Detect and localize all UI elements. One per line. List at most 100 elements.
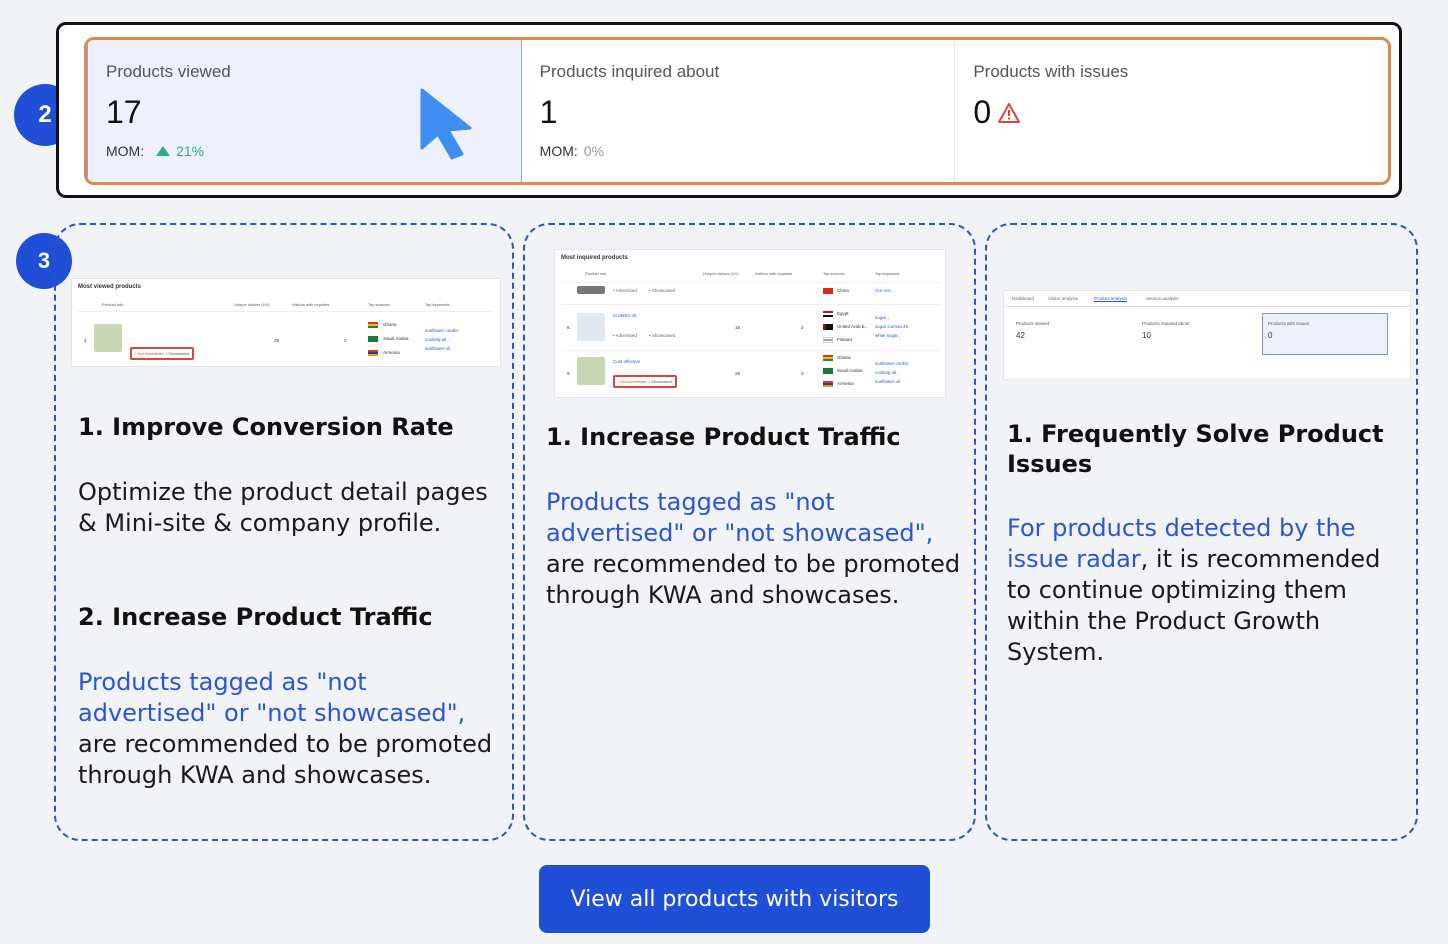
metric-label: Products viewed bbox=[106, 62, 231, 81]
metric-label: Products inquired about bbox=[539, 62, 720, 81]
body-text: are recommended to be promoted through K… bbox=[78, 730, 493, 789]
view-all-products-button[interactable]: View all products with visitors bbox=[539, 865, 930, 933]
metrics-panel: Products viewed 17 MOM: 21% Products inq… bbox=[84, 37, 1391, 185]
tag: • Showcased bbox=[649, 288, 676, 293]
mini-metric-label: Products viewed bbox=[1016, 321, 1050, 326]
tab: Service analysis bbox=[1146, 296, 1179, 301]
mini-metric-value: 10 bbox=[1142, 331, 1151, 340]
highlight-text: Products tagged as "not advertised" or "… bbox=[78, 668, 466, 727]
product-name: ICUMSA 45 bbox=[613, 313, 637, 318]
keyword: sugar icumsa 45 , bbox=[875, 324, 911, 329]
source: Armenia bbox=[837, 381, 854, 386]
tag-not-advertised: • Not Advertised bbox=[135, 351, 164, 356]
tag: • Advertised bbox=[613, 333, 637, 338]
finland-flag-icon bbox=[823, 337, 833, 343]
screenshot-title: Most viewed products bbox=[78, 284, 142, 290]
metric-mom: MOM: 0% bbox=[540, 143, 955, 159]
keyword: cooking oil , bbox=[875, 370, 899, 375]
metric-label: Products with issues bbox=[973, 62, 1129, 81]
col-header: Visitors with inquiries bbox=[292, 302, 330, 307]
armenia-flag-icon bbox=[368, 350, 378, 356]
ghana-flag-icon bbox=[823, 355, 833, 361]
tag-showcased: • Showcased bbox=[648, 379, 672, 384]
most-viewed-products-screenshot: Most viewed products Product info Unique… bbox=[72, 279, 500, 366]
card-heading: 1. Frequently Solve Product Issues bbox=[1007, 420, 1384, 478]
col-header: Top sources bbox=[368, 302, 390, 307]
col-header: Product info bbox=[102, 302, 124, 307]
cursor-pointer-icon bbox=[420, 88, 472, 160]
card-paragraph: Products tagged as "not advertised" or "… bbox=[546, 487, 966, 611]
recommendation-card-inquired: Most inquired products Product info Uniq… bbox=[523, 223, 976, 841]
card-paragraph: Products tagged as "not advertised" or "… bbox=[78, 667, 506, 791]
table-row: • Advertised • Showcased China rice rice… bbox=[561, 282, 939, 304]
product-thumbnail bbox=[577, 286, 605, 294]
uv-value: 29 bbox=[735, 371, 741, 376]
uv-value: 29 bbox=[274, 338, 280, 343]
table-row: 4. 29 2 Ghana Saudi Arabia Armenia sunfl… bbox=[78, 311, 494, 360]
uae-flag-icon bbox=[823, 324, 833, 330]
inquiry-value: 2 bbox=[344, 338, 347, 343]
keyword: sunflower oil bbox=[875, 379, 901, 384]
mini-metric-label: Products with issues bbox=[1268, 321, 1310, 326]
keyword: sugar , bbox=[875, 315, 889, 320]
metric-products-viewed[interactable]: Products viewed 17 MOM: 21% bbox=[87, 40, 522, 182]
tag: • Advertised bbox=[613, 288, 637, 293]
mini-metric-value: 0 bbox=[1268, 331, 1273, 340]
keyword: sunflower oil , bbox=[425, 346, 453, 351]
source: Ghana bbox=[383, 322, 397, 327]
uv-value: 15 bbox=[735, 325, 741, 330]
body-text: are recommended to be promoted through K… bbox=[546, 550, 961, 609]
product-name: Cost effective bbox=[613, 359, 641, 364]
product-analysis-screenshot: Dashboard Visitor analysis Product analy… bbox=[1004, 291, 1410, 379]
egypt-flag-icon bbox=[823, 311, 833, 317]
col-header: Product info bbox=[585, 271, 607, 276]
card-paragraph: For products detected by the issue radar… bbox=[1007, 513, 1412, 668]
inquiry-value: 2 bbox=[801, 371, 804, 376]
trend-up-icon bbox=[156, 146, 171, 156]
card-heading: 1. Increase Product Traffic bbox=[546, 423, 901, 451]
metric-products-with-issues[interactable]: Products with issues 0 bbox=[955, 40, 1388, 182]
tab: Visitor analysis bbox=[1048, 296, 1078, 301]
warning-icon bbox=[998, 102, 1021, 123]
status-tags-highlight: • Not Advertised • Showcased bbox=[130, 347, 194, 360]
row-index: 4. bbox=[84, 338, 88, 343]
row-index: 9. bbox=[567, 371, 571, 376]
col-header: Top keywords bbox=[425, 302, 450, 307]
card-heading: 1. Improve Conversion Rate bbox=[78, 413, 454, 441]
tab: Dashboard bbox=[1012, 296, 1035, 301]
source: Ghana bbox=[837, 355, 851, 360]
mini-metric-label: Products inquired about bbox=[1142, 321, 1190, 326]
china-flag-icon bbox=[823, 288, 833, 294]
armenia-flag-icon bbox=[823, 381, 833, 387]
product-thumbnail bbox=[94, 324, 122, 352]
metric-value: 0 bbox=[973, 94, 992, 130]
metric-value-row: 0 bbox=[973, 94, 1388, 131]
product-thumbnail bbox=[577, 313, 605, 341]
tag: • Showcased bbox=[649, 333, 676, 338]
metric-products-inquired[interactable]: Products inquired about 1 MOM: 0% bbox=[522, 40, 956, 182]
most-inquired-products-screenshot: Most inquired products Product info Uniq… bbox=[555, 250, 945, 397]
product-thumbnail bbox=[577, 357, 605, 385]
recommendation-card-viewed: Most viewed products Product info Unique… bbox=[54, 223, 514, 841]
keyword: cooking oil , bbox=[425, 337, 449, 342]
mom-label: MOM: bbox=[539, 143, 578, 159]
ghana-flag-icon bbox=[368, 322, 378, 328]
mom-label: MOM: bbox=[106, 143, 145, 159]
col-header: Unique visitors (UV) bbox=[234, 302, 270, 307]
card-paragraph: Optimize the product detail pages & Mini… bbox=[78, 478, 488, 537]
col-header: Visitors with inquiries bbox=[755, 271, 793, 276]
card-heading: 2. Increase Product Traffic bbox=[78, 603, 433, 631]
keyword: rice rice , bbox=[875, 288, 894, 293]
tab-active: Product analysis bbox=[1094, 296, 1128, 302]
tab-bar: Dashboard Visitor analysis Product analy… bbox=[1004, 291, 1410, 307]
tag-not-advertised: • Not Advertised bbox=[618, 379, 647, 384]
source: Egypt bbox=[837, 311, 849, 316]
keyword: sunflower cookin bbox=[425, 328, 459, 333]
metric-value: 1 bbox=[539, 94, 558, 130]
inquiry-value: 2 bbox=[801, 325, 804, 330]
table-row: 8. ICUMSA 45 • Advertised • Showcased 15… bbox=[561, 304, 939, 350]
source: Finland bbox=[837, 337, 852, 342]
issues-metric-highlight: Products with issues 0 bbox=[1262, 313, 1388, 355]
highlight-text: Products tagged as "not advertised" or "… bbox=[546, 488, 934, 547]
source: China bbox=[837, 288, 849, 293]
